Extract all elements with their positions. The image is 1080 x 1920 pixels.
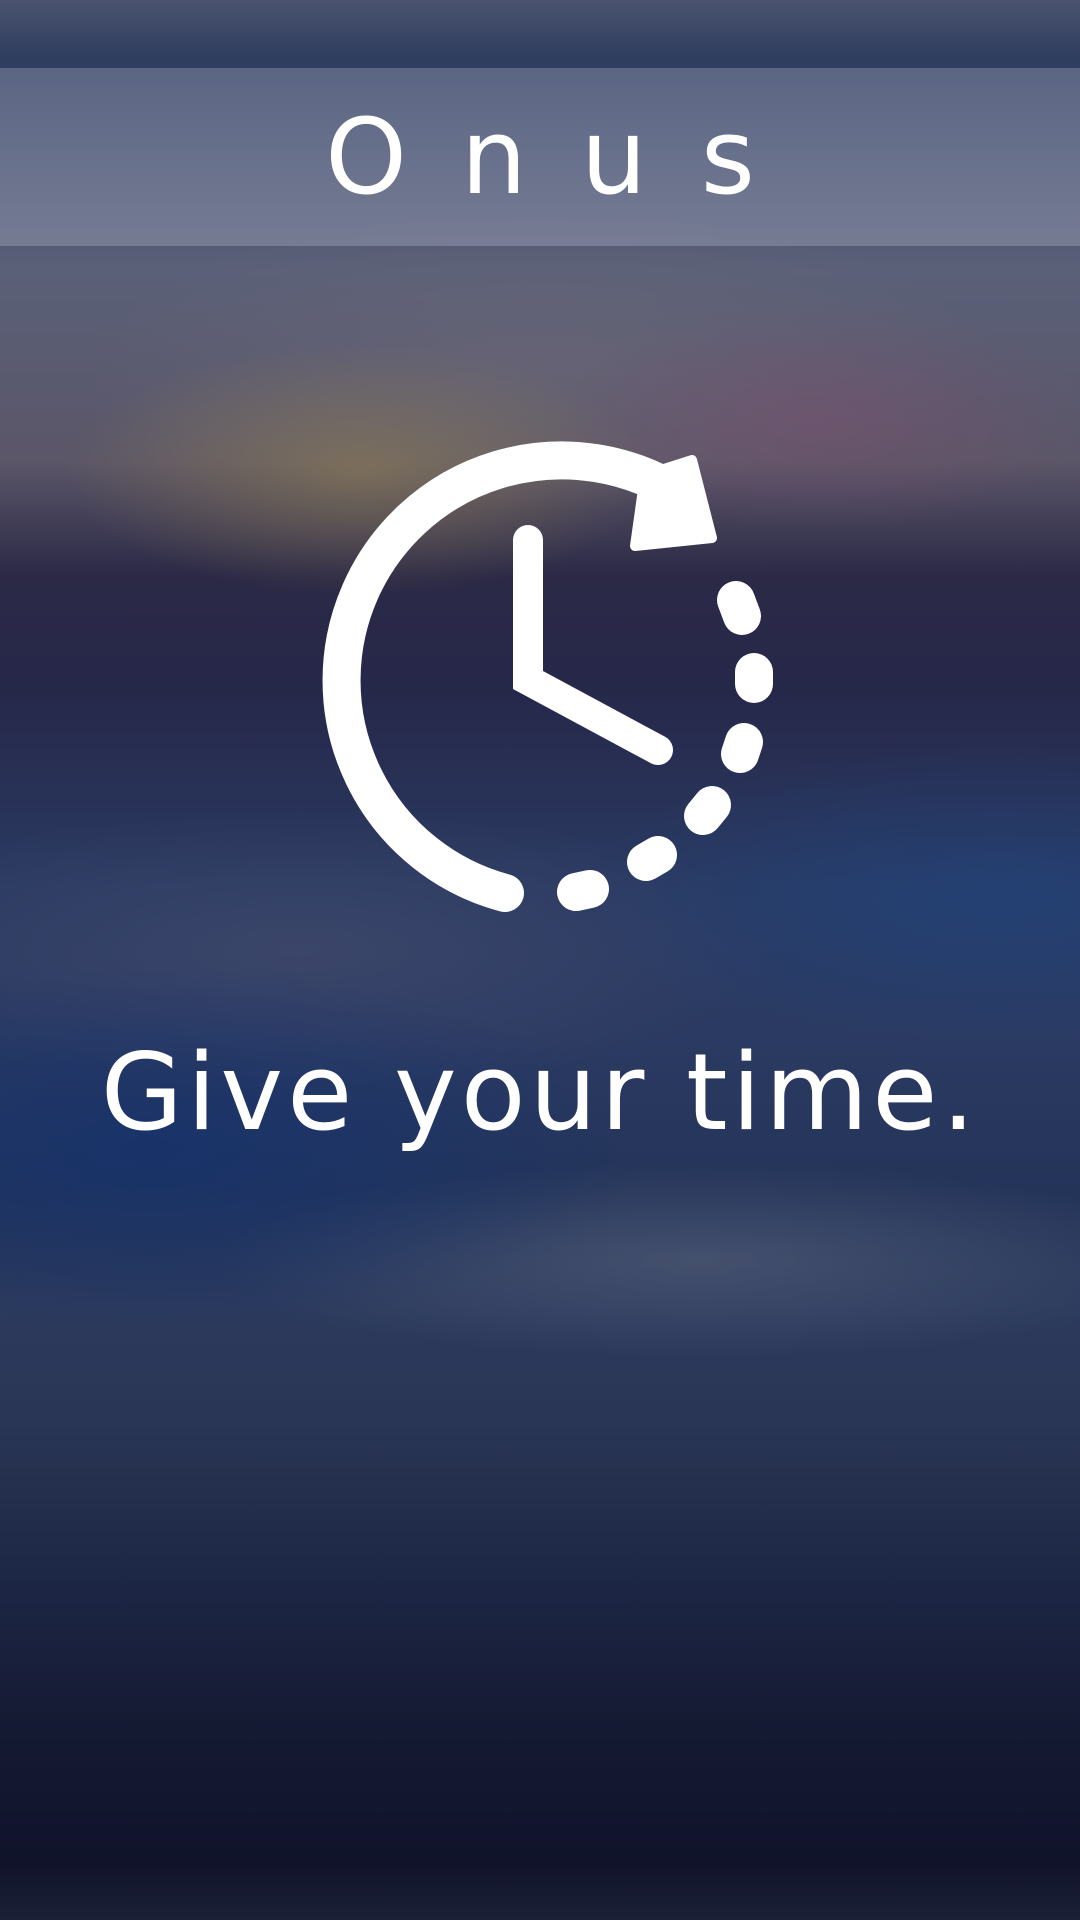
tagline: Give your time.	[100, 1031, 980, 1154]
blurred-background	[0, 0, 1080, 1920]
app-header: Onus	[0, 68, 1080, 246]
app-title: Onus	[325, 96, 809, 218]
clock-countdown-icon	[300, 440, 780, 920]
